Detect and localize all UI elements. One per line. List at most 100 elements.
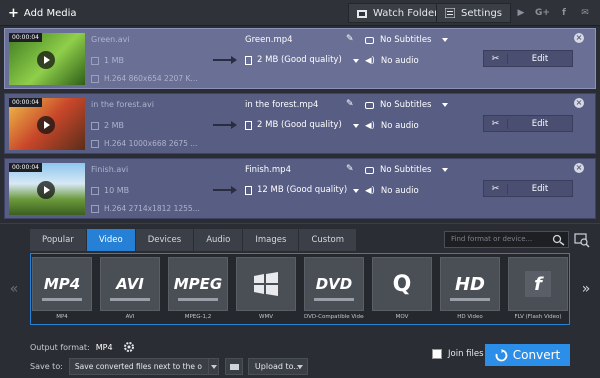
avi-icon: AVI <box>100 257 160 311</box>
convert-button[interactable]: Convert <box>485 344 570 366</box>
source-filename: in the forest.avi <box>91 100 154 109</box>
video-thumbnail[interactable]: 00:00:04 <box>9 33 85 85</box>
format-search-input[interactable]: Find format or device... <box>444 231 569 248</box>
mail-icon[interactable]: ✉ <box>578 6 592 20</box>
format-mov[interactable]: Q MOV <box>372 257 432 323</box>
tab-custom[interactable]: Custom <box>299 229 358 251</box>
chevron-down-icon <box>441 103 448 107</box>
subtitles-dropdown[interactable]: No Subtitles <box>365 35 448 45</box>
play-icon[interactable] <box>37 116 55 134</box>
subtitles-value: No Subtitles <box>380 165 432 175</box>
format-caption: WMV <box>259 314 273 320</box>
source-codec-value: H.264 1000x668 2675 ... <box>104 139 198 148</box>
play-icon[interactable] <box>37 181 55 199</box>
format-mpeg[interactable]: MPEG MPEG-1,2 <box>168 257 228 323</box>
subtitles-dropdown[interactable]: No Subtitles <box>365 165 448 175</box>
format-panel: Popular Video Devices Audio Images Custo… <box>0 223 600 378</box>
tab-images[interactable]: Images <box>243 229 300 251</box>
output-size-dropdown[interactable]: 2 MB (Good quality) <box>245 55 342 65</box>
browse-folder-button[interactable] <box>224 358 243 375</box>
upload-to-dropdown[interactable]: Upload to... <box>247 358 308 375</box>
scissors-icon: ✂ <box>484 118 508 129</box>
edit-label: Edit <box>531 118 549 129</box>
output-filename[interactable]: Green.mp4 <box>245 35 293 45</box>
audio-value: No audio <box>380 56 419 66</box>
formats-prev-button[interactable]: « <box>2 253 26 325</box>
play-icon[interactable] <box>37 51 55 69</box>
settings-button[interactable]: Settings <box>436 3 512 23</box>
format-flv[interactable]: f FLV (Flash Video) <box>508 257 568 323</box>
scissors-icon: ✂ <box>484 53 508 64</box>
watch-folder-label: Watch Folder <box>373 7 439 19</box>
format-avi[interactable]: AVI AVI <box>100 257 160 323</box>
format-mp4[interactable]: MP4 MP4 <box>32 257 92 323</box>
output-format-label: Output format: <box>30 342 90 352</box>
tab-popular[interactable]: Popular <box>30 229 87 251</box>
scissors-icon: ✂ <box>484 183 508 194</box>
chevron-down-icon[interactable] <box>208 358 219 375</box>
watch-folder-button[interactable]: Watch Folder <box>348 3 448 23</box>
save-location-dropdown[interactable]: Save converted files next to the o <box>68 358 209 375</box>
speaker-icon: ◀) <box>365 56 375 66</box>
rename-pencil-icon[interactable]: ✎ <box>346 164 354 174</box>
checkbox[interactable] <box>432 349 442 359</box>
source-filename: Green.avi <box>91 35 130 44</box>
gear-icon[interactable] <box>123 341 135 353</box>
chevron-down-icon <box>441 168 448 172</box>
source-size: 1 MB <box>91 56 124 65</box>
video-thumbnail[interactable]: 00:00:04 <box>9 163 85 215</box>
format-caption: MP4 <box>56 314 68 320</box>
add-media-button[interactable]: + Add Media <box>0 0 84 26</box>
remove-file-icon[interactable]: × <box>574 33 584 43</box>
document-icon <box>245 120 252 130</box>
tab-video[interactable]: Video <box>86 229 136 251</box>
chevron-down-icon <box>441 38 448 42</box>
youtube-icon[interactable]: ▶ <box>514 6 528 20</box>
search-icon[interactable] <box>552 234 566 246</box>
subtitle-icon <box>365 36 374 44</box>
output-filename[interactable]: Finish.mp4 <box>245 165 291 175</box>
google-plus-icon[interactable]: G+ <box>535 6 550 20</box>
top-toolbar: + Add Media Watch Folder Settings ▶ G+ f… <box>0 0 600 26</box>
remove-file-icon[interactable]: × <box>574 98 584 108</box>
formats-next-button[interactable]: » <box>574 253 598 325</box>
audio-track[interactable]: ◀) No audio <box>365 186 419 196</box>
format-tile-label: HD <box>454 273 485 295</box>
rename-pencil-icon[interactable]: ✎ <box>346 99 354 109</box>
duration-badge: 00:00:04 <box>9 163 42 172</box>
audio-track[interactable]: ◀) No audio <box>365 56 419 66</box>
file-icon <box>91 56 99 65</box>
arrow-right-icon <box>213 56 237 64</box>
format-dvd[interactable]: DVD DVD-Compatible Video <box>304 257 364 323</box>
video-thumbnail[interactable]: 00:00:04 <box>9 98 85 150</box>
hd-icon: HD <box>440 257 500 311</box>
rename-pencil-icon[interactable]: ✎ <box>346 34 354 44</box>
facebook-icon[interactable]: f <box>557 6 571 20</box>
file-row[interactable]: 00:00:04 Green.avi 1 MB H.264 860x654 22… <box>4 28 596 89</box>
output-size-dropdown[interactable]: 12 MB (Good quality) <box>245 185 347 195</box>
format-hd[interactable]: HD HD Video <box>440 257 500 323</box>
edit-button[interactable]: ✂ Edit <box>483 115 573 132</box>
tab-devices[interactable]: Devices <box>135 229 195 251</box>
output-filename[interactable]: in the forest.mp4 <box>245 100 318 110</box>
file-row[interactable]: 00:00:04 Finish.avi 10 MB H.264 2714x181… <box>4 158 596 219</box>
format-wmv[interactable]: WMV <box>236 257 296 323</box>
format-caption: DVD-Compatible Video <box>304 314 364 320</box>
chevron-down-icon[interactable] <box>353 59 359 63</box>
source-codec: H.264 2714x1812 1255... <box>91 204 200 213</box>
source-codec: H.264 860x654 2207 K... <box>91 74 198 83</box>
subtitles-dropdown[interactable]: No Subtitles <box>365 100 448 110</box>
remove-file-icon[interactable]: × <box>574 163 584 173</box>
file-row[interactable]: 00:00:04 in the forest.avi 2 MB H.264 10… <box>4 93 596 154</box>
add-media-label: Add Media <box>23 7 77 19</box>
chevron-down-icon[interactable] <box>353 189 359 193</box>
output-size-dropdown[interactable]: 2 MB (Good quality) <box>245 120 342 130</box>
tab-audio[interactable]: Audio <box>194 229 244 251</box>
chevron-down-icon[interactable] <box>353 124 359 128</box>
device-detect-icon[interactable] <box>574 232 590 248</box>
edit-button[interactable]: ✂ Edit <box>483 180 573 197</box>
file-icon <box>91 121 99 130</box>
edit-button[interactable]: ✂ Edit <box>483 50 573 67</box>
audio-track[interactable]: ◀) No audio <box>365 121 419 131</box>
join-files-checkbox[interactable]: Join files <box>432 349 484 359</box>
